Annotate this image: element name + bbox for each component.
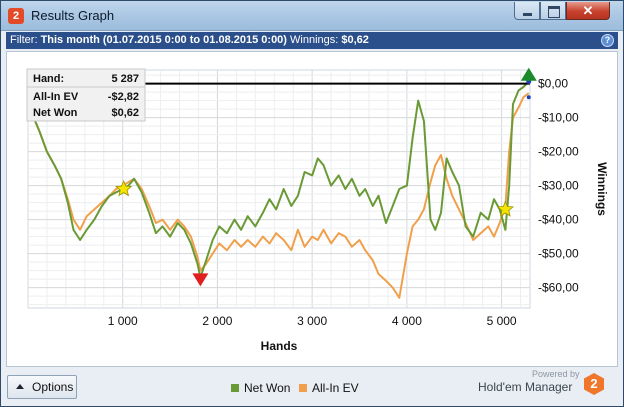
title-bar[interactable]: 2 Results Graph ✕ [1,1,623,31]
y-axis-title: Winnings [595,162,609,216]
tooltip-allin-value: -$2,82 [108,91,139,103]
x-tick-label: 2 000 [202,314,232,328]
window-title: Results Graph [31,8,115,23]
close-button[interactable]: ✕ [566,2,610,20]
y-tick-label: $0,00 [538,77,568,91]
brand-name: Hold'em Manager [478,380,573,394]
results-chart[interactable]: 1 000 2 000 3 000 4 000 5 000 $0,00 -$10,00 -$2… [7,52,617,366]
results-graph-window: 2 Results Graph ✕ Filter: This month (01… [0,0,624,407]
cursor-dot-all-in-ev [526,95,531,100]
powered-by-text: Powered by [532,369,580,379]
tooltip-hand-label: Hand: [33,73,64,85]
legend-label-all-in-ev: All-In EV [312,381,359,395]
legend-swatch-all-in-ev [299,384,307,392]
tooltip-allin-label: All-In EV [33,91,79,103]
legend-swatch-net-won [231,384,239,392]
winnings-value: $0,62 [341,34,369,46]
y-tick-label: -$10,00 [538,111,579,125]
tooltip-netwon-value: $0,62 [111,107,139,119]
y-tick-label: -$20,00 [538,145,579,159]
maximize-button[interactable] [540,2,566,20]
tooltip-hand-value: 5 287 [111,73,139,85]
help-icon[interactable]: ? [601,34,614,47]
app-icon: 2 [8,8,24,24]
chevron-up-icon [16,384,24,389]
chart-panel: 1 000 2 000 3 000 4 000 5 000 $0,00 -$10,00 -$2… [6,51,618,367]
legend-item-all-in-ev: All-In EV [299,381,359,395]
y-tick-label: -$50,00 [538,247,579,261]
options-button[interactable]: Options [7,375,77,399]
y-tick-label: -$30,00 [538,179,579,193]
x-tick-label: 3 000 [297,314,327,328]
x-tick-label: 5 000 [487,314,517,328]
filter-value: This month (01.07.2015 0:00 to 01.08.201… [40,34,287,46]
options-label: Options [32,380,74,394]
close-icon: ✕ [582,3,594,18]
y-tick-label: -$40,00 [538,213,579,227]
x-axis-title: Hands [261,339,298,353]
legend-item-net-won: Net Won [231,381,290,395]
filter-label: Filter: [10,34,38,46]
x-tick-label: 1 000 [108,314,138,328]
bottom-bar: Options Net Won All-In EV Powered by Hol… [2,369,622,405]
brand-logo-icon: 2 [584,373,604,395]
hover-tooltip: Hand: 5 287 All-In EV -$2,82 Net Won $0,… [26,68,146,122]
tooltip-netwon-label: Net Won [33,107,78,119]
legend-label-net-won: Net Won [244,381,291,395]
winnings-label: Winnings: [290,34,339,46]
minimize-button[interactable] [514,2,540,20]
y-tick-label: -$60,00 [538,281,579,295]
filter-bar: Filter: This month (01.07.2015 0:00 to 0… [6,32,618,49]
x-tick-label: 4 000 [392,314,422,328]
